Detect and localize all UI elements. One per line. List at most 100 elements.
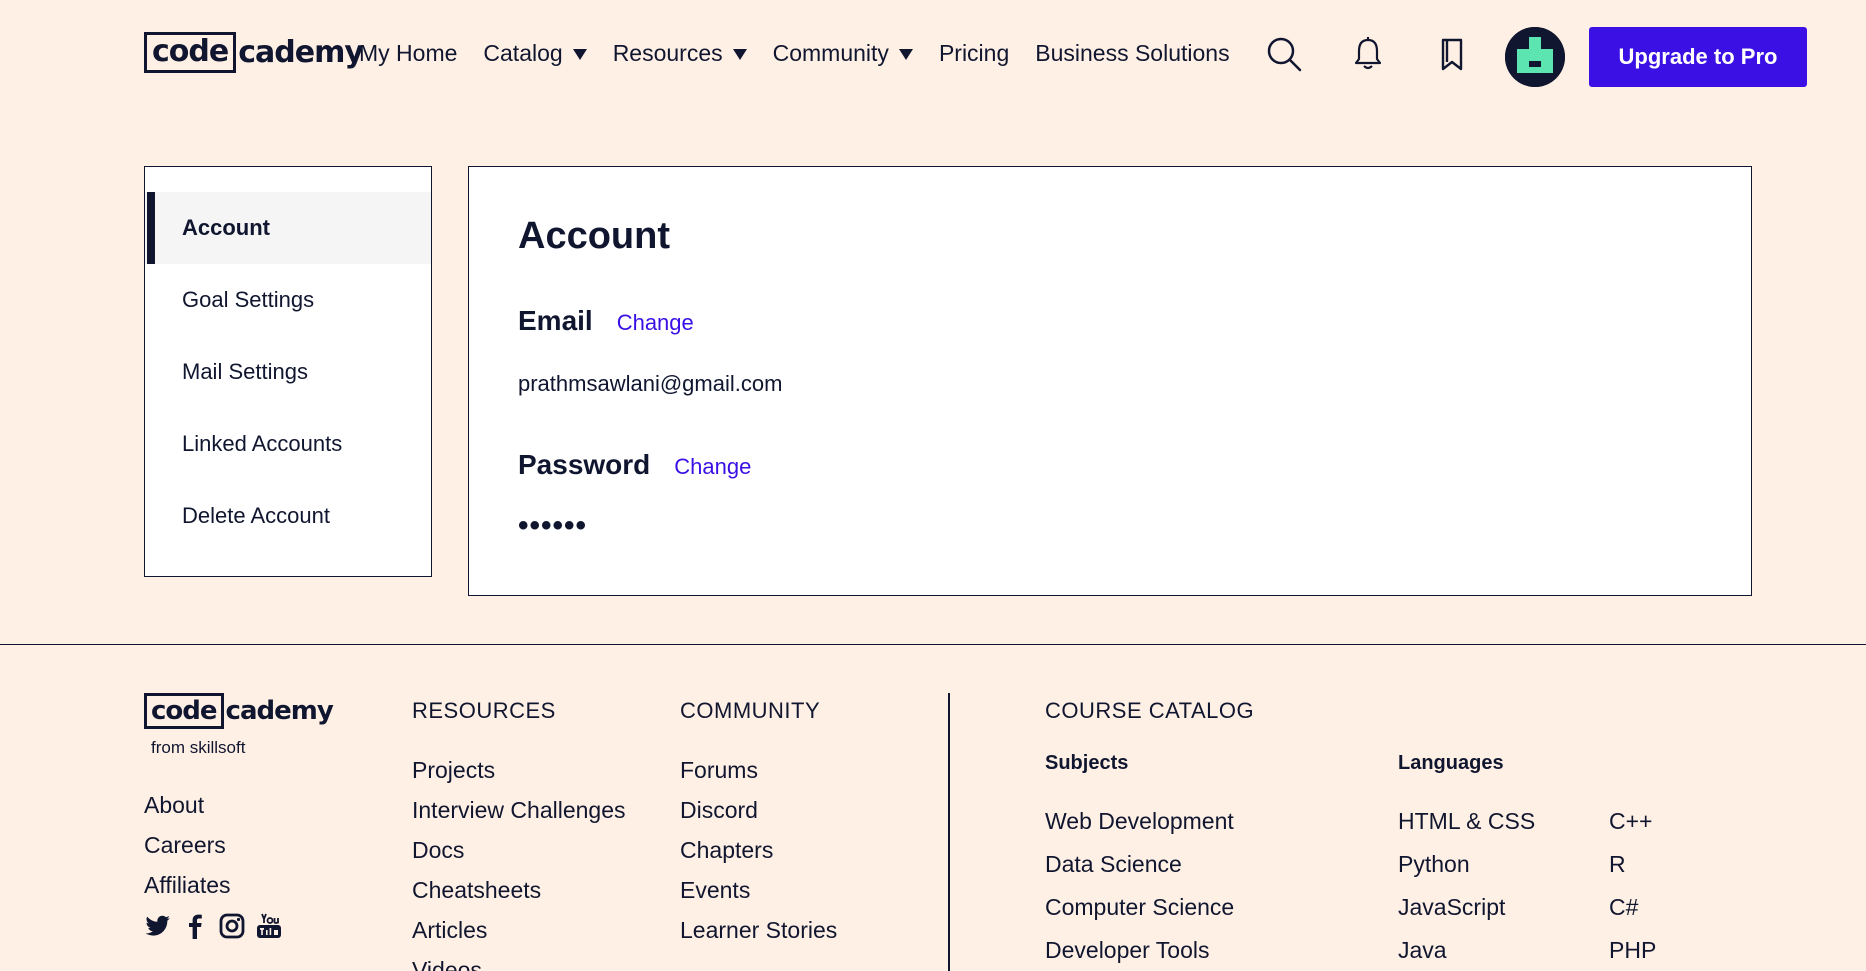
logo-rest-text: cademy: [238, 35, 364, 70]
footer-community-column: COMMUNITY Forums Discord Chapters Events…: [680, 698, 837, 950]
account-panel: Account Email Change prathmsawlani@gmail…: [468, 166, 1752, 596]
footer-link-affiliates[interactable]: Affiliates: [144, 865, 231, 905]
password-label: Password: [518, 449, 651, 480]
bookmark-icon: [1441, 38, 1463, 71]
twitter-link[interactable]: [144, 912, 178, 940]
from-skillsoft-text: from skillsoft: [151, 738, 246, 757]
footer-link-careers[interactable]: Careers: [144, 825, 231, 865]
main-nav: My Home Catalog Resources Community Pric…: [359, 40, 1256, 67]
nav-resources[interactable]: Resources: [613, 40, 747, 67]
notifications-button[interactable]: [1348, 34, 1388, 74]
footer-link-forums[interactable]: Forums: [680, 750, 837, 790]
footer-link-articles[interactable]: Articles: [412, 910, 626, 950]
sidebar-item-label: Account: [182, 215, 270, 240]
footer-community-heading: COMMUNITY: [680, 698, 821, 723]
sidebar-item-linked-accounts[interactable]: Linked Accounts: [145, 408, 431, 480]
settings-sidebar: Account Goal Settings Mail Settings Link…: [144, 166, 432, 577]
twitter-icon: [145, 915, 170, 936]
nav-pricing[interactable]: Pricing: [939, 40, 1009, 67]
nav-label: Community: [772, 40, 889, 66]
sidebar-item-goal-settings[interactable]: Goal Settings: [145, 264, 431, 336]
change-password-link[interactable]: Change: [674, 454, 751, 480]
footer-link-learner-stories[interactable]: Learner Stories: [680, 910, 837, 950]
bell-icon: [1354, 37, 1382, 70]
footer-link-csharp[interactable]: C#: [1609, 886, 1656, 929]
footer-link-computer-science[interactable]: Computer Science: [1045, 886, 1234, 929]
footer-link-java[interactable]: Java: [1398, 929, 1535, 971]
password-heading: Password Change: [518, 449, 751, 481]
footer-link-html-css[interactable]: HTML & CSS: [1398, 800, 1535, 843]
footer-logo[interactable]: code cademy: [144, 693, 334, 729]
footer-link-web-development[interactable]: Web Development: [1045, 800, 1234, 843]
footer-link-python[interactable]: Python: [1398, 843, 1535, 886]
nav-my-home[interactable]: My Home: [359, 40, 457, 67]
social-links: [144, 912, 292, 940]
nav-label: Pricing: [938, 40, 1010, 66]
top-navbar: code cademy My Home Catalog Resources Co…: [0, 0, 1866, 115]
footer-resources-heading: RESOURCES: [412, 698, 556, 723]
email-heading: Email Change: [518, 305, 694, 337]
footer-link-chapters[interactable]: Chapters: [680, 830, 837, 870]
avatar-icon: [1505, 27, 1565, 87]
nav-business-solutions[interactable]: Business Solutions: [1035, 40, 1229, 67]
instagram-icon: [219, 913, 245, 939]
youtube-icon: [257, 913, 281, 938]
footer-link-docs[interactable]: Docs: [412, 830, 626, 870]
nav-label: Catalog: [483, 40, 563, 66]
footer-catalog-heading: COURSE CATALOG: [1045, 698, 1255, 723]
sidebar-item-label: Goal Settings: [182, 287, 315, 312]
footer-link-data-science[interactable]: Data Science: [1045, 843, 1234, 886]
sidebar-item-mail-settings[interactable]: Mail Settings: [145, 336, 431, 408]
user-avatar[interactable]: [1505, 27, 1565, 87]
upgrade-to-pro-button[interactable]: Upgrade to Pro: [1589, 27, 1807, 87]
sidebar-item-label: Delete Account: [182, 503, 330, 528]
footer-vertical-divider: [948, 693, 950, 971]
nav-community[interactable]: Community: [773, 40, 913, 67]
footer-about-links: About Careers Affiliates: [144, 785, 231, 905]
change-email-link[interactable]: Change: [617, 310, 694, 336]
footer-languages-heading: Languages: [1398, 752, 1504, 774]
footer-link-discord[interactable]: Discord: [680, 790, 837, 830]
page-title: Account: [518, 215, 670, 257]
footer-link-cheatsheets[interactable]: Cheatsheets: [412, 870, 626, 910]
nav-label: Resources: [612, 40, 723, 66]
footer-link-developer-tools[interactable]: Developer Tools: [1045, 929, 1234, 971]
caret-down-icon: [898, 49, 913, 60]
nav-label: Business Solutions: [1035, 40, 1230, 66]
footer-resources-column: RESOURCES Projects Interview Challenges …: [412, 698, 626, 971]
facebook-link[interactable]: [181, 912, 215, 940]
bookmarks-button[interactable]: [1432, 34, 1472, 74]
logo-rest-text: cademy: [225, 696, 334, 726]
footer-link-javascript[interactable]: JavaScript: [1398, 886, 1535, 929]
nav-catalog[interactable]: Catalog: [483, 40, 587, 67]
search-button[interactable]: [1264, 34, 1304, 74]
footer-link-r[interactable]: R: [1609, 843, 1656, 886]
logo-boxed-text: code: [144, 32, 237, 73]
caret-down-icon: [572, 49, 587, 60]
footer-link-interview-challenges[interactable]: Interview Challenges: [412, 790, 626, 830]
sidebar-item-account[interactable]: Account: [145, 192, 431, 264]
facebook-icon: [189, 914, 202, 939]
email-label: Email: [518, 305, 593, 336]
search-icon: [1267, 37, 1302, 72]
instagram-link[interactable]: [218, 912, 252, 940]
caret-down-icon: [732, 49, 747, 60]
youtube-link[interactable]: [255, 912, 289, 940]
nav-label: My Home: [359, 40, 458, 66]
footer-link-projects[interactable]: Projects: [412, 750, 626, 790]
logo-boxed-text: code: [144, 693, 224, 729]
footer-subjects-heading: Subjects: [1045, 752, 1129, 774]
sidebar-item-label: Mail Settings: [182, 359, 308, 384]
footer-languages-list-1: HTML & CSS Python JavaScript Java: [1398, 800, 1535, 971]
footer-divider: [0, 644, 1866, 645]
email-value: prathmsawlani@gmail.com: [518, 371, 783, 396]
codecademy-logo[interactable]: code cademy: [144, 32, 364, 73]
footer-link-php[interactable]: PHP: [1609, 929, 1656, 971]
footer-link-about[interactable]: About: [144, 785, 231, 825]
sidebar-item-label: Linked Accounts: [182, 431, 343, 456]
footer-link-events[interactable]: Events: [680, 870, 837, 910]
footer-link-cpp[interactable]: C++: [1609, 800, 1656, 843]
sidebar-item-delete-account[interactable]: Delete Account: [145, 480, 431, 552]
footer-link-videos[interactable]: Videos: [412, 950, 626, 971]
footer-subjects-list: Web Development Data Science Computer Sc…: [1045, 800, 1234, 971]
